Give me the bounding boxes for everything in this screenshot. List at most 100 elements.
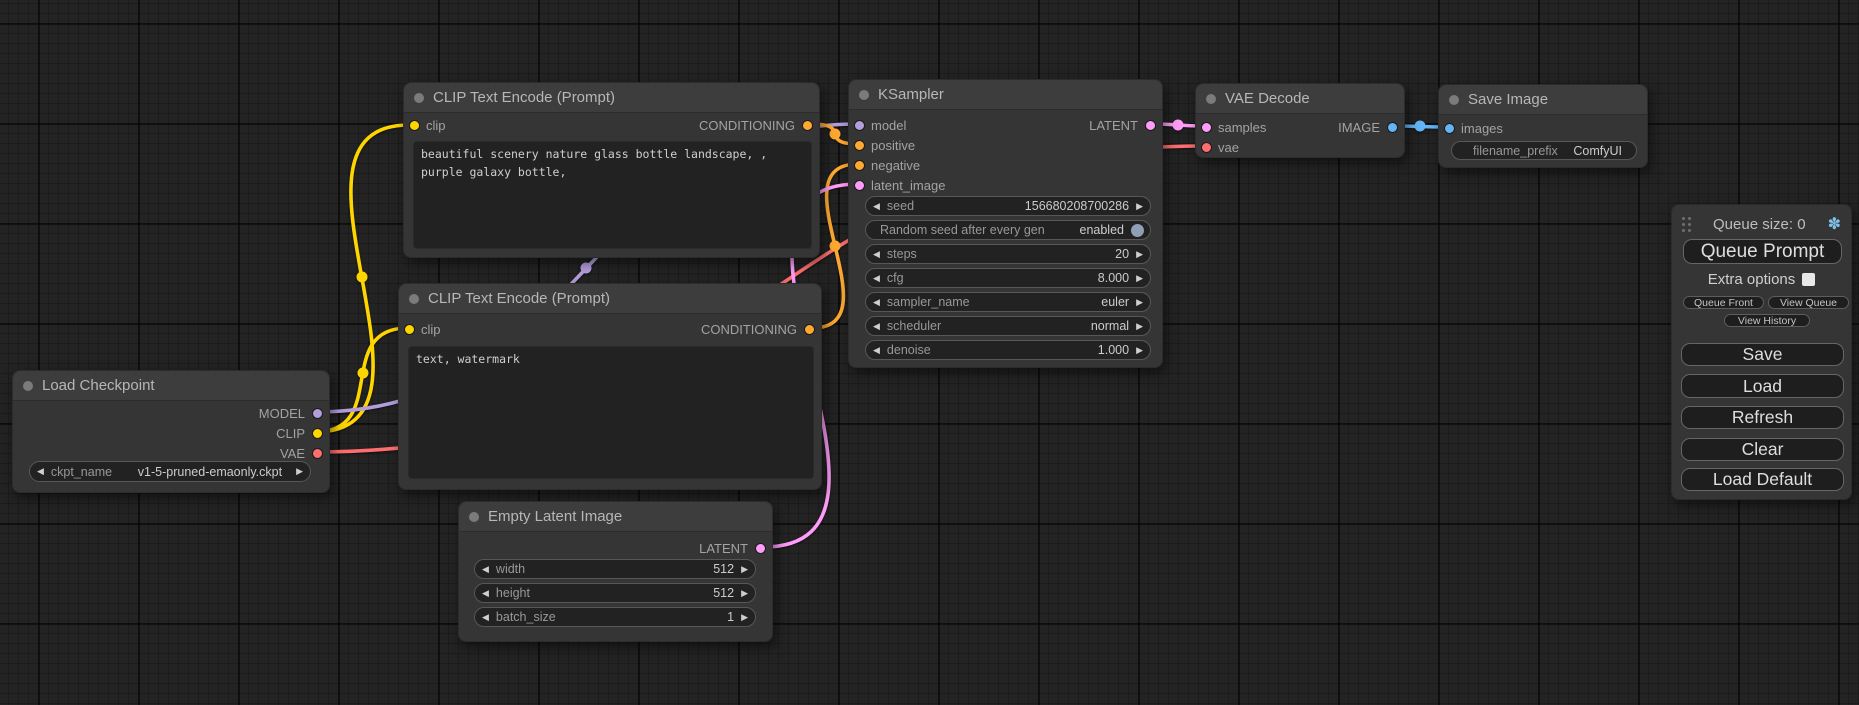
increment-arrow-icon[interactable]: ▶ bbox=[1136, 249, 1143, 260]
node-graph-canvas[interactable]: Load Checkpoint MODEL CLIP VAE ◀ ckpt_na… bbox=[0, 0, 1859, 705]
output-port-vae[interactable] bbox=[312, 448, 323, 459]
cfg-widget[interactable]: ◀ cfg 8.000 ▶ bbox=[865, 268, 1151, 288]
output-port-latent[interactable] bbox=[755, 543, 766, 554]
height-widget[interactable]: ◀ height 512 ▶ bbox=[474, 583, 756, 603]
node-title-bar[interactable]: Empty Latent Image bbox=[459, 502, 772, 532]
view-queue-button[interactable]: View Queue bbox=[1768, 296, 1849, 309]
widget-label: cfg bbox=[887, 271, 904, 285]
decrement-arrow-icon[interactable]: ◀ bbox=[873, 297, 880, 308]
seed-widget[interactable]: ◀ seed 156680208700286 ▶ bbox=[865, 196, 1151, 216]
input-port-negative[interactable] bbox=[854, 160, 865, 171]
extra-options-checkbox[interactable] bbox=[1802, 273, 1815, 286]
queue-front-button[interactable]: Queue Front bbox=[1683, 296, 1764, 309]
node-vae-decode[interactable]: VAE Decode samples vae IMAGE bbox=[1195, 83, 1405, 158]
node-clip-text-encode-negative[interactable]: CLIP Text Encode (Prompt) clip CONDITION… bbox=[398, 283, 822, 490]
increment-arrow-icon[interactable]: ▶ bbox=[1136, 273, 1143, 284]
output-port-image[interactable] bbox=[1387, 122, 1398, 133]
refresh-button[interactable]: Refresh bbox=[1681, 406, 1844, 429]
link-dot bbox=[581, 263, 592, 274]
collapse-dot-icon[interactable] bbox=[414, 93, 424, 103]
output-port-latent[interactable] bbox=[1145, 120, 1156, 131]
widget-value: 156680208700286 bbox=[1025, 199, 1129, 213]
output-port-clip[interactable] bbox=[312, 428, 323, 439]
node-title: Load Checkpoint bbox=[42, 377, 155, 394]
decrement-arrow-icon[interactable]: ◀ bbox=[482, 612, 489, 623]
output-port-conditioning[interactable] bbox=[802, 120, 813, 131]
node-ksampler[interactable]: KSampler model positive negative latent_… bbox=[848, 79, 1163, 368]
sampler-name-widget[interactable]: ◀ sampler_name euler ▶ bbox=[865, 292, 1151, 312]
decrement-arrow-icon[interactable]: ◀ bbox=[873, 345, 880, 356]
widget-label: Random seed after every gen bbox=[880, 223, 1045, 237]
toggle-circle[interactable] bbox=[1131, 224, 1144, 237]
input-port-images[interactable] bbox=[1444, 123, 1455, 134]
node-empty-latent-image[interactable]: Empty Latent Image LATENT ◀ width 512 ▶ … bbox=[458, 501, 773, 642]
extra-options-label: Extra options bbox=[1708, 271, 1796, 288]
prompt-textarea[interactable]: beautiful scenery nature glass bottle la… bbox=[413, 141, 812, 249]
node-title: Save Image bbox=[1468, 91, 1548, 108]
decrement-arrow-icon[interactable]: ◀ bbox=[873, 201, 880, 212]
queue-prompt-button[interactable]: Queue Prompt bbox=[1683, 239, 1842, 264]
scheduler-widget[interactable]: ◀ scheduler normal ▶ bbox=[865, 316, 1151, 336]
load-button[interactable]: Load bbox=[1681, 374, 1844, 398]
decrement-arrow-icon[interactable]: ◀ bbox=[482, 564, 489, 575]
batch-size-widget[interactable]: ◀ batch_size 1 ▶ bbox=[474, 607, 756, 627]
input-port-vae[interactable] bbox=[1201, 142, 1212, 153]
output-label: IMAGE bbox=[1338, 120, 1380, 135]
random-seed-toggle-widget[interactable]: Random seed after every gen enabled bbox=[865, 220, 1151, 240]
node-save-image[interactable]: Save Image images filename_prefix ComfyU… bbox=[1438, 84, 1648, 168]
filename-prefix-widget[interactable]: filename_prefix ComfyUI bbox=[1451, 141, 1637, 160]
collapse-dot-icon[interactable] bbox=[23, 381, 33, 391]
collapse-dot-icon[interactable] bbox=[1449, 95, 1459, 105]
increment-arrow-icon[interactable]: ▶ bbox=[1136, 321, 1143, 332]
widget-label: height bbox=[496, 586, 530, 600]
settings-gear-icon[interactable]: ✽ bbox=[1828, 214, 1841, 234]
steps-widget[interactable]: ◀ steps 20 ▶ bbox=[865, 244, 1151, 264]
drag-handle-icon[interactable] bbox=[1682, 217, 1691, 232]
widget-label: filename_prefix bbox=[1473, 144, 1558, 158]
output-port-conditioning[interactable] bbox=[804, 324, 815, 335]
node-title-bar[interactable]: VAE Decode bbox=[1196, 84, 1404, 114]
node-title-bar[interactable]: Load Checkpoint bbox=[13, 371, 329, 401]
increment-arrow-icon[interactable]: ▶ bbox=[741, 588, 748, 599]
ckpt-name-widget[interactable]: ◀ ckpt_name v1-5-pruned-emaonly.ckpt ▶ bbox=[29, 461, 311, 482]
collapse-dot-icon[interactable] bbox=[469, 512, 479, 522]
node-title-bar[interactable]: CLIP Text Encode (Prompt) bbox=[404, 83, 819, 113]
decrement-arrow-icon[interactable]: ◀ bbox=[873, 273, 880, 284]
increment-arrow-icon[interactable]: ▶ bbox=[1136, 297, 1143, 308]
node-title: Empty Latent Image bbox=[488, 508, 622, 525]
input-port-latent-image[interactable] bbox=[854, 180, 865, 191]
save-button[interactable]: Save bbox=[1681, 343, 1844, 366]
input-label: positive bbox=[871, 138, 915, 153]
increment-arrow-icon[interactable]: ▶ bbox=[296, 466, 303, 477]
decrement-arrow-icon[interactable]: ◀ bbox=[482, 588, 489, 599]
output-port-model[interactable] bbox=[312, 408, 323, 419]
increment-arrow-icon[interactable]: ▶ bbox=[1136, 201, 1143, 212]
queue-size-label: Queue size: 0 bbox=[1691, 216, 1828, 233]
widget-label: ckpt_name bbox=[51, 465, 112, 479]
node-title-bar[interactable]: CLIP Text Encode (Prompt) bbox=[399, 284, 821, 314]
decrement-arrow-icon[interactable]: ◀ bbox=[37, 466, 44, 477]
denoise-widget[interactable]: ◀ denoise 1.000 ▶ bbox=[865, 340, 1151, 360]
clear-button[interactable]: Clear bbox=[1681, 438, 1844, 461]
decrement-arrow-icon[interactable]: ◀ bbox=[873, 249, 880, 260]
node-title-bar[interactable]: KSampler bbox=[849, 80, 1162, 110]
link-dot bbox=[1415, 121, 1426, 132]
input-port-positive[interactable] bbox=[854, 140, 865, 151]
decrement-arrow-icon[interactable]: ◀ bbox=[873, 321, 880, 332]
increment-arrow-icon[interactable]: ▶ bbox=[1136, 345, 1143, 356]
node-title-bar[interactable]: Save Image bbox=[1439, 85, 1647, 115]
view-history-button[interactable]: View History bbox=[1724, 314, 1810, 327]
collapse-dot-icon[interactable] bbox=[1206, 94, 1216, 104]
output-label: LATENT bbox=[1089, 118, 1138, 133]
widget-value: 1 bbox=[727, 610, 734, 624]
prompt-textarea[interactable]: text, watermark bbox=[408, 346, 814, 479]
width-widget[interactable]: ◀ width 512 ▶ bbox=[474, 559, 756, 579]
collapse-dot-icon[interactable] bbox=[859, 90, 869, 100]
collapse-dot-icon[interactable] bbox=[409, 294, 419, 304]
input-label: negative bbox=[871, 158, 920, 173]
increment-arrow-icon[interactable]: ▶ bbox=[741, 564, 748, 575]
increment-arrow-icon[interactable]: ▶ bbox=[741, 612, 748, 623]
load-default-button[interactable]: Load Default bbox=[1681, 468, 1844, 491]
node-load-checkpoint[interactable]: Load Checkpoint MODEL CLIP VAE ◀ ckpt_na… bbox=[12, 370, 330, 493]
node-clip-text-encode-positive[interactable]: CLIP Text Encode (Prompt) clip CONDITION… bbox=[403, 82, 820, 258]
